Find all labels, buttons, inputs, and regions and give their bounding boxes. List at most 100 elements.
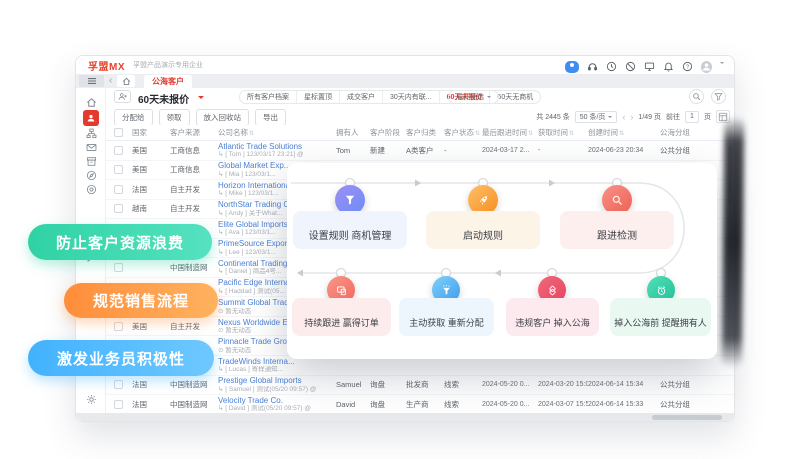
cell-stage: 新建 bbox=[370, 145, 406, 156]
row-checkbox[interactable] bbox=[114, 204, 123, 213]
sort-icon[interactable]: ⇅ bbox=[475, 131, 480, 137]
cell-pool-group: 公共分组 bbox=[660, 379, 735, 390]
pagination: 共 2445 条 50 条/页 ‹ › 1/49 页 前往 页 bbox=[536, 110, 730, 123]
search-icon[interactable] bbox=[689, 89, 704, 104]
cell-source: 中国制造网 bbox=[170, 379, 218, 390]
target-icon[interactable] bbox=[76, 184, 106, 195]
company-subtext: ↳ [ Samuel ] 测试(05/20 09:57) @ bbox=[218, 386, 336, 394]
action-button[interactable]: 领取 bbox=[159, 109, 190, 126]
row-checkbox[interactable] bbox=[114, 322, 123, 331]
cell-owner: Tom bbox=[336, 146, 370, 155]
cell-country: 法国 bbox=[132, 399, 170, 410]
column-header: 国家 bbox=[132, 127, 170, 138]
filter-chip[interactable]: 星标置顶 bbox=[297, 91, 340, 103]
column-header[interactable]: 公司名称⇅ bbox=[218, 127, 336, 138]
brand-subtitle: 孚盟产品演示专用企业 bbox=[133, 60, 203, 70]
sort-icon[interactable]: ⇅ bbox=[569, 131, 574, 137]
settings-icon[interactable] bbox=[76, 394, 106, 405]
filter-chip[interactable]: 所有客户档案 bbox=[240, 91, 297, 103]
per-page-select[interactable]: 50 条/页 bbox=[575, 111, 618, 123]
goto-page-input[interactable] bbox=[685, 111, 699, 123]
cell-create-time: 2024-06-14 15:33 bbox=[588, 401, 660, 408]
chevron-down-icon bbox=[198, 96, 204, 102]
cell-status: 线索 bbox=[444, 379, 482, 390]
column-header[interactable]: 创建时间⇅ bbox=[588, 127, 660, 138]
monitor-icon[interactable] bbox=[644, 61, 655, 73]
sort-icon[interactable]: ⇅ bbox=[249, 131, 254, 137]
cell-country: 法国 bbox=[132, 379, 170, 390]
column-header[interactable]: 最后跟进时间⇅ bbox=[482, 127, 538, 138]
table-header: 国家客户来源公司名称⇅拥有人客户阶段客户归类客户状态⇅最后跟进时间⇅获取时间⇅创… bbox=[106, 125, 735, 141]
step-drop-to-pool: 违规客户 掉入公海 bbox=[506, 298, 599, 336]
tab-public-customers[interactable]: 公海客户 bbox=[144, 75, 192, 88]
row-checkbox[interactable] bbox=[114, 263, 123, 272]
column-header[interactable]: 获取时间⇅ bbox=[538, 127, 588, 138]
headset-icon[interactable] bbox=[587, 61, 598, 73]
decor-shadow bbox=[722, 116, 745, 368]
row-checkbox[interactable] bbox=[114, 165, 123, 174]
menu-icon[interactable] bbox=[79, 75, 104, 87]
clock-icon[interactable] bbox=[606, 61, 617, 73]
action-button[interactable]: 导出 bbox=[255, 109, 286, 126]
company-subtext: ↳ [ Lucas ] 寄样通知... bbox=[218, 366, 336, 374]
banner-standardize-sales: 规范销售流程 bbox=[64, 283, 218, 318]
cell-last-follow-time: 2024-05-20 0... bbox=[482, 401, 538, 408]
org-icon[interactable] bbox=[76, 128, 106, 139]
row-checkbox[interactable] bbox=[114, 380, 123, 389]
total-count: 共 2445 条 bbox=[536, 112, 569, 122]
filter-chip[interactable]: 成交客户 bbox=[340, 91, 383, 103]
next-page-button[interactable]: › bbox=[630, 112, 633, 122]
cell-country: 美国 bbox=[132, 321, 170, 332]
chevron-down-icon bbox=[608, 116, 612, 120]
bell-icon[interactable] bbox=[663, 61, 674, 73]
action-buttons: 分配给领取放入回收站导出 bbox=[114, 109, 286, 126]
window-footer bbox=[76, 413, 734, 421]
compass-icon[interactable] bbox=[76, 170, 106, 181]
row-checkbox[interactable] bbox=[114, 146, 123, 155]
company-link[interactable]: Velocity Trade Co. bbox=[218, 396, 336, 406]
chevron-down-icon[interactable] bbox=[720, 62, 724, 74]
forbidden-icon[interactable] bbox=[625, 61, 636, 73]
expand-filter-button[interactable]: 展开筛选 bbox=[448, 90, 499, 104]
step-reassign: 主动获取 重新分配 bbox=[399, 298, 494, 336]
home-tab-icon[interactable] bbox=[117, 75, 135, 87]
titlebar: 孚盟MX 孚盟产品演示专用企业 ? bbox=[76, 56, 734, 74]
cell-source: 中国制造网 bbox=[170, 399, 218, 410]
row-checkbox[interactable] bbox=[114, 400, 123, 409]
step-follow-check: 跟进检测 bbox=[560, 211, 674, 249]
sort-icon[interactable]: ⇅ bbox=[619, 131, 624, 137]
row-checkbox[interactable] bbox=[114, 185, 123, 194]
cell-source: 工商信息 bbox=[170, 145, 218, 156]
table-row[interactable]: 法国中国制造网Prestige Global Imports↳ [ Samuel… bbox=[106, 376, 735, 396]
filter-icon[interactable] bbox=[711, 89, 726, 104]
sort-icon[interactable]: ⇅ bbox=[528, 131, 533, 137]
home-icon[interactable] bbox=[76, 97, 106, 108]
view-selector[interactable]: 60天未报价 bbox=[138, 91, 189, 106]
action-button[interactable]: 放入回收站 bbox=[196, 109, 250, 126]
prev-page-button[interactable]: ‹ bbox=[622, 112, 625, 122]
customers-icon[interactable] bbox=[83, 110, 99, 126]
preview-icon[interactable] bbox=[565, 61, 579, 73]
horizontal-scrollbar[interactable] bbox=[652, 415, 722, 420]
mail-icon[interactable] bbox=[76, 142, 106, 153]
toolbar: 60天未报价 所有客户档案星标置顶成交客户30天内有联...60天未报价60天无… bbox=[106, 88, 735, 106]
action-button[interactable]: 分配给 bbox=[114, 109, 153, 126]
select-all-checkbox[interactable] bbox=[114, 128, 123, 137]
table-row[interactable]: 法国中国制造网Velocity Trade Co.↳ [ David ] 测试(… bbox=[106, 395, 735, 415]
help-icon[interactable]: ? bbox=[682, 61, 693, 73]
cell-company: TradeWinds Interna...↳ [ Lucas ] 寄样通知... bbox=[218, 357, 336, 374]
back-chevron-icon[interactable]: ‹ bbox=[109, 74, 112, 88]
person-add-icon[interactable] bbox=[114, 90, 131, 103]
table-row[interactable]: 美国工商信息Atlantic Trade Solutions↳ [ Tom ] … bbox=[106, 141, 735, 161]
step-set-rules: 设置规则 商机管理 bbox=[293, 211, 407, 249]
avatar[interactable] bbox=[701, 61, 712, 73]
cell-owner: David bbox=[336, 400, 370, 409]
banner-motivate-sales: 激发业务员积极性 bbox=[28, 340, 214, 376]
cell-company: Atlantic Trade Solutions↳ [ Tom ] 123/03… bbox=[218, 142, 336, 159]
cell-category: 生产商 bbox=[406, 399, 444, 410]
company-link[interactable]: Atlantic Trade Solutions bbox=[218, 142, 336, 152]
archive-icon[interactable] bbox=[76, 156, 106, 167]
company-link[interactable]: Prestige Global Imports bbox=[218, 376, 336, 386]
column-header[interactable]: 客户状态⇅ bbox=[444, 127, 482, 138]
filter-chip[interactable]: 30天内有联... bbox=[383, 91, 440, 103]
